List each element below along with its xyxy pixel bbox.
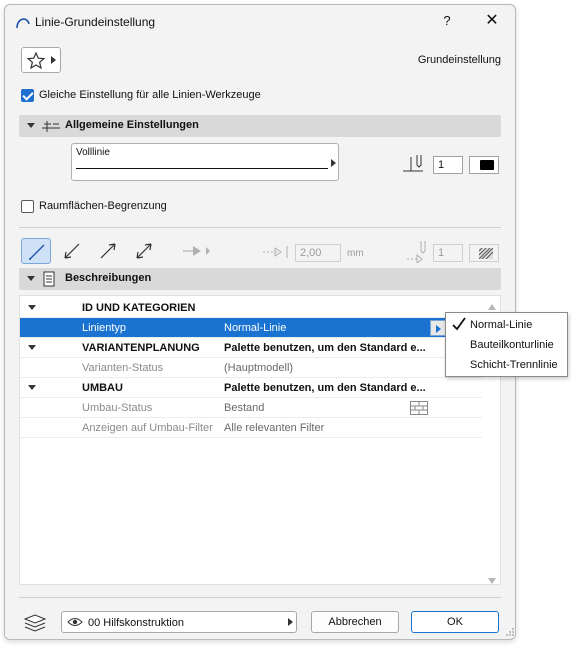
- collapse-caret-icon: [27, 123, 35, 128]
- divider: [19, 227, 501, 228]
- tree-row-value: Palette benutzen, um den Standard e...: [224, 382, 426, 394]
- line-settings-icon: [42, 121, 60, 132]
- pen-color-swatch[interactable]: [469, 156, 499, 174]
- tree-row-name: Linientyp: [82, 322, 127, 334]
- chevron-right-icon[interactable]: [430, 320, 446, 336]
- window-title: Linie-Grundeinstellung: [35, 15, 156, 29]
- tree-row-value: Bestand: [224, 402, 265, 414]
- color-swatch: [480, 160, 494, 170]
- tree-group-row[interactable]: UMBAU Palette benutzen, um den Standard …: [20, 378, 482, 398]
- descriptions-header[interactable]: Beschreibungen: [19, 268, 501, 290]
- expand-caret-icon: [28, 385, 36, 390]
- tree-row-value: (Hauptmodell): [224, 362, 294, 374]
- arrow-start-icon: [64, 243, 80, 259]
- menu-item-normal-linie[interactable]: Normal-Linie: [446, 315, 567, 335]
- room-boundary-checkbox[interactable]: [21, 200, 34, 213]
- menu-item-label: Normal-Linie: [470, 319, 533, 331]
- room-boundary-label: Raumflächen-Begrenzung: [39, 200, 167, 212]
- favorites-button[interactable]: [21, 47, 61, 73]
- cancel-button[interactable]: Abbrechen: [311, 611, 399, 633]
- tree-row-name: UMBAU: [82, 382, 123, 394]
- eye-icon: [67, 618, 83, 626]
- arrow-size-unit: mm: [347, 248, 364, 259]
- linetype-selector[interactable]: Volllinie: [71, 143, 339, 181]
- collapse-caret-icon: [27, 276, 35, 281]
- resize-grip-icon[interactable]: [505, 627, 515, 637]
- arrow-pen-field[interactable]: 1: [433, 244, 463, 262]
- descriptions-title: Beschreibungen: [65, 272, 152, 284]
- pen-number-field[interactable]: 1: [433, 156, 463, 174]
- menu-item-label: Bauteilkonturlinie: [470, 339, 554, 351]
- help-button[interactable]: ?: [439, 13, 455, 31]
- arrow-both-icon: [136, 243, 152, 259]
- star-icon: [27, 52, 45, 69]
- tree-row-value: Palette benutzen, um den Standard e...: [224, 342, 426, 354]
- line-no-arrow-button[interactable]: [21, 238, 51, 264]
- chevron-right-icon: [331, 159, 336, 167]
- line-icon: [29, 244, 45, 260]
- menu-item-label: Schicht-Trennlinie: [470, 359, 558, 371]
- linetype-dropdown-menu: Normal-Linie Bauteilkonturlinie Schicht-…: [445, 312, 568, 377]
- expand-caret-icon: [28, 305, 36, 310]
- arrow-size-icon: [263, 246, 288, 258]
- general-settings-header[interactable]: Allgemeine Einstellungen: [19, 115, 501, 137]
- tree-group-row[interactable]: ID UND KATEGORIEN: [20, 298, 482, 318]
- tree-group-row[interactable]: VARIANTENPLANUNG Palette benutzen, um de…: [20, 338, 482, 358]
- divider: [19, 597, 501, 598]
- tree-row-name: Umbau-Status: [82, 402, 153, 414]
- same-settings-label: Gleiche Einstellung für alle Linien-Werk…: [39, 89, 261, 101]
- hatch-swatch-icon: [479, 248, 493, 259]
- document-icon: [43, 271, 55, 287]
- arrowhead-icon: [183, 246, 210, 256]
- descriptions-tree: ID UND KATEGORIEN Linientyp Normal-Linie…: [19, 295, 501, 585]
- checkmark-icon: [452, 317, 466, 331]
- scroll-up-icon[interactable]: [488, 304, 496, 310]
- tree-row[interactable]: Umbau-Status Bestand: [20, 398, 482, 418]
- dialog-window: Linie-Grundeinstellung ? ✕ Grundeinstell…: [4, 4, 516, 640]
- general-settings-title: Allgemeine Einstellungen: [65, 119, 199, 131]
- layers-icon: [23, 614, 47, 632]
- ok-button[interactable]: OK: [411, 611, 499, 633]
- layer-name: 00 Hilfskonstruktion: [88, 617, 184, 629]
- chevron-right-icon: [51, 56, 56, 64]
- same-settings-checkbox[interactable]: [21, 89, 34, 102]
- preset-name: Grundeinstellung: [417, 54, 501, 66]
- pen-icon: [403, 155, 423, 172]
- tree-row-linetype[interactable]: Linientyp Normal-Linie: [20, 318, 482, 338]
- tree-row-name: Anzeigen auf Umbau-Filter: [82, 422, 213, 434]
- line-arrow-start-button[interactable]: [57, 238, 87, 264]
- arrow-pen-icon: [407, 241, 426, 263]
- arrow-size-field[interactable]: 2,00: [295, 244, 341, 262]
- tree-row[interactable]: Varianten-Status (Hauptmodell): [20, 358, 482, 378]
- line-arrow-end-button[interactable]: [93, 238, 123, 264]
- arrow-type-selector[interactable]: [175, 238, 215, 264]
- menu-item-bauteilkonturlinie[interactable]: Bauteilkonturlinie: [446, 335, 567, 355]
- close-button[interactable]: ✕: [483, 12, 501, 30]
- tree-row-value: Normal-Linie: [224, 322, 287, 334]
- linetype-preview: [76, 168, 328, 169]
- tree-row-value: Alle relevanten Filter: [224, 422, 325, 434]
- title-bar: Linie-Grundeinstellung ? ✕: [5, 5, 515, 39]
- tree-row[interactable]: Anzeigen auf Umbau-Filter Alle relevante…: [20, 418, 482, 438]
- arrow-end-icon: [100, 243, 116, 259]
- expand-caret-icon: [28, 345, 36, 350]
- menu-item-schicht-trennlinie[interactable]: Schicht-Trennlinie: [446, 355, 567, 375]
- arrow-pen-color[interactable]: [469, 244, 499, 262]
- layer-selector[interactable]: 00 Hilfskonstruktion: [61, 611, 297, 633]
- tree-row-name: Varianten-Status: [82, 362, 164, 374]
- linetype-name: Volllinie: [76, 147, 110, 158]
- tree-row-name: VARIANTENPLANUNG: [82, 342, 200, 354]
- scroll-down-icon[interactable]: [488, 578, 496, 584]
- tree-row-name: ID UND KATEGORIEN: [82, 302, 196, 314]
- arc-icon: [16, 18, 30, 29]
- chevron-right-icon: [288, 618, 293, 626]
- brick-wall-icon: [410, 401, 428, 415]
- line-arrow-both-button[interactable]: [129, 238, 159, 264]
